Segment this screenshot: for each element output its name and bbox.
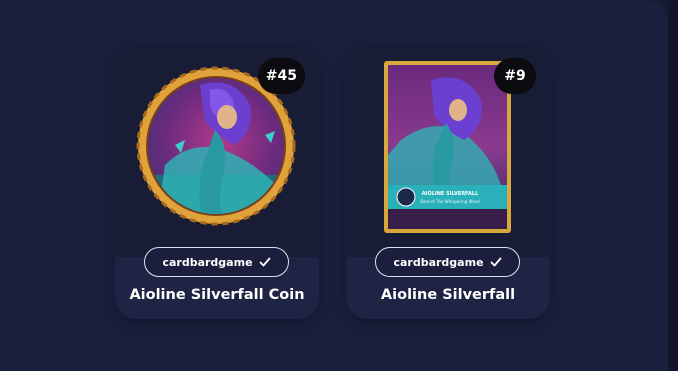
creator-button[interactable]: cardbardgame: [375, 247, 520, 277]
collection-panel: #45 cardbardgame Aioline Silverfall Coin: [0, 0, 668, 371]
creator-name: cardbardgame: [393, 255, 484, 269]
art-caption-subtitle: Bard of The Whispering Wood: [420, 199, 480, 204]
scrollbar-track[interactable]: [668, 0, 678, 371]
check-icon: [490, 257, 501, 267]
creator-name: cardbardgame: [162, 255, 253, 269]
art-caption-title: AIOLINE SILVERFALL: [422, 191, 479, 197]
check-icon: [259, 257, 270, 267]
edition-number-badge: #45: [257, 58, 305, 94]
card-title[interactable]: Aioline Silverfall Coin: [115, 287, 319, 303]
card-title[interactable]: Aioline Silverfall: [346, 287, 550, 303]
edition-number-badge: #9: [494, 58, 536, 94]
nft-card-character[interactable]: AIOLINE SILVERFALL Bard of The Whisperin…: [346, 45, 550, 319]
creator-button[interactable]: cardbardgame: [144, 247, 289, 277]
nft-card-coin[interactable]: #45 cardbardgame Aioline Silverfall Coin: [115, 45, 319, 319]
